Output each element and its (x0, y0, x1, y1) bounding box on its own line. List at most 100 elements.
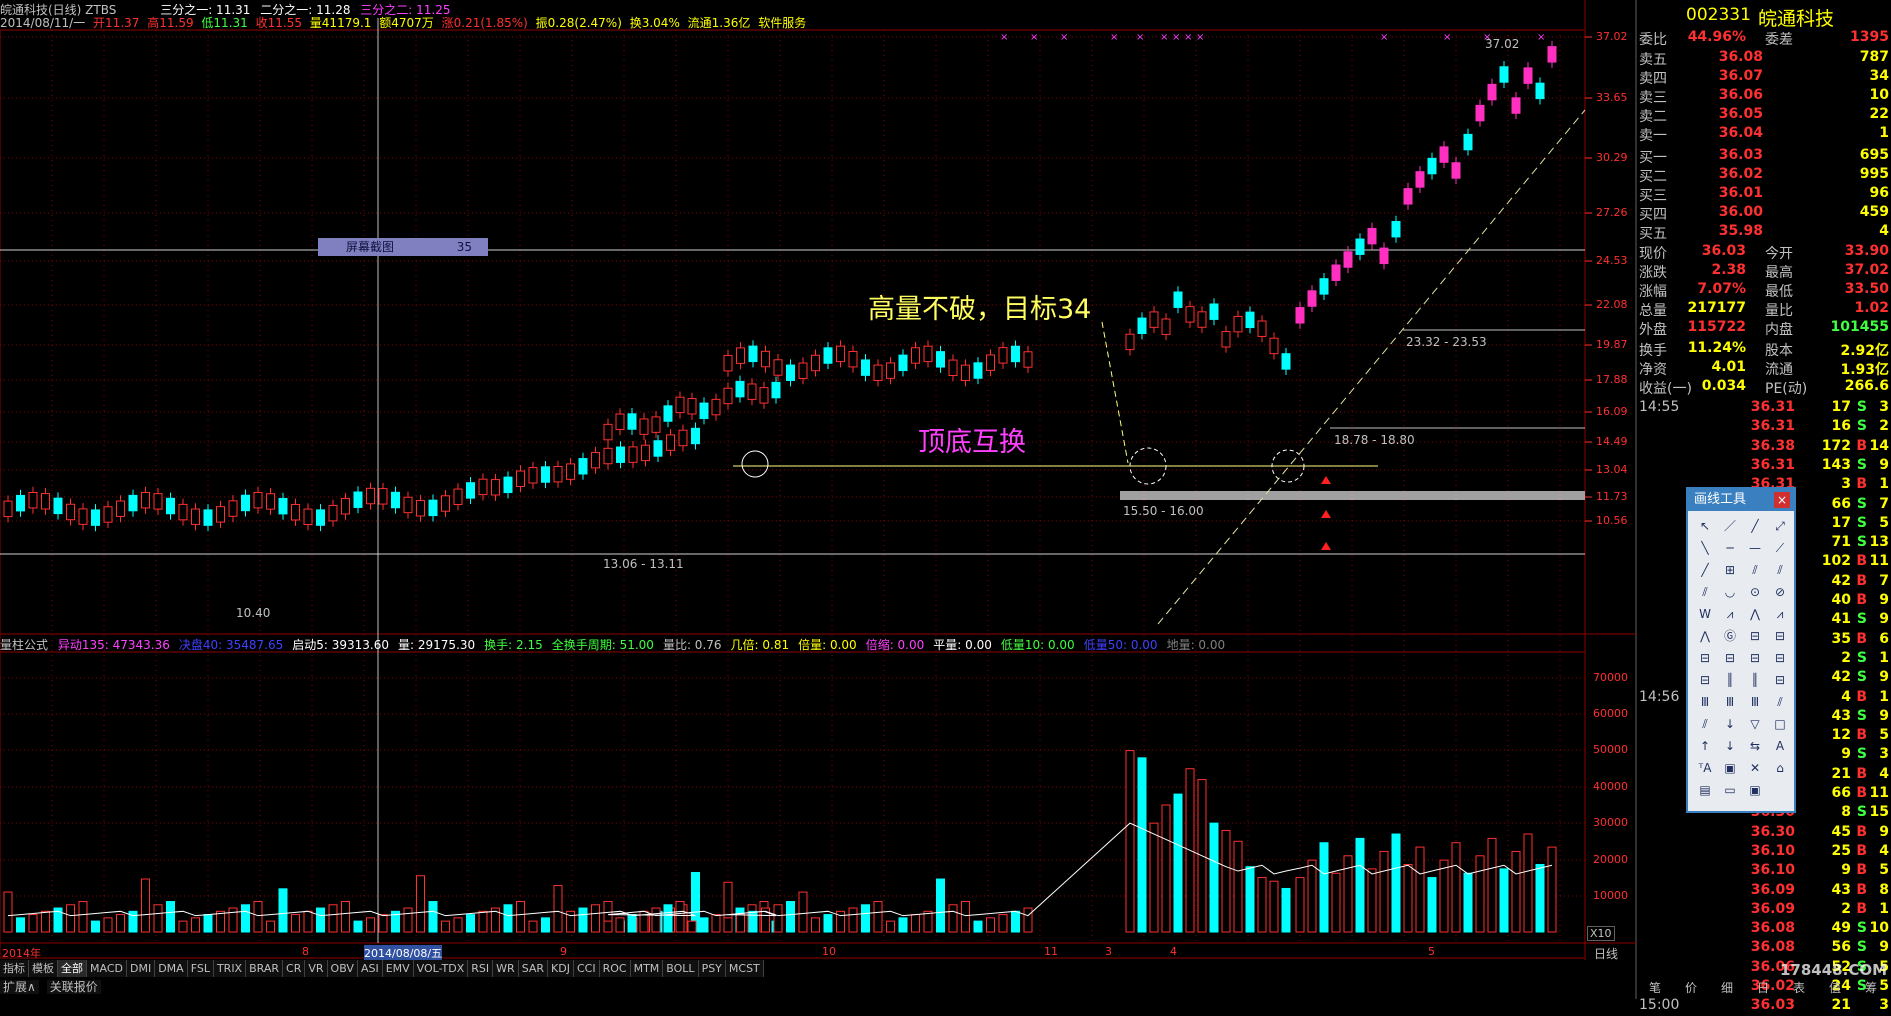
draw-tool-icon[interactable]: ↑ (1694, 737, 1716, 756)
draw-tool-icon[interactable]: ⊘ (1769, 583, 1791, 602)
draw-tool-icon[interactable]: ⩘ (1769, 605, 1791, 624)
indicator-tab[interactable]: 全部 (58, 960, 87, 977)
draw-tool-icon[interactable]: ⊟ (1769, 671, 1791, 690)
draw-tool-icon[interactable]: ⊟ (1694, 649, 1716, 668)
draw-tool-icon[interactable]: ▣ (1719, 759, 1741, 778)
draw-tool-icon[interactable]: W (1694, 605, 1716, 624)
indicator-tab[interactable]: MCST (725, 960, 764, 977)
tick-tab[interactable]: 日 (1745, 978, 1781, 998)
indicator-tab[interactable]: BOLL (663, 960, 699, 977)
draw-tool-icon[interactable]: ⊙ (1744, 583, 1766, 602)
draw-tool-header[interactable]: 画线工具 × (1688, 489, 1794, 511)
draw-tool-icon[interactable]: ⊟ (1744, 649, 1766, 668)
draw-tool-palette[interactable]: 画线工具 × ↖ ／ ╱ ⤢ ╲ ─ — ⟋ ╱ ⊞ ⫽ ⫽ ⫽ ◡ ⊙ ⊘ W ⩘ ⋀ ⩘ ⋀ Ⓖ ⊟ ⊟ ⊟ ⊟ ⊟ ⊟ ⊟ ║ ║ ⊟ Ⅲ… (1686, 487, 1796, 813)
draw-tool-icon[interactable]: ⋀ (1694, 627, 1716, 646)
draw-tool-icon[interactable]: ⟋ (1769, 539, 1791, 558)
volume-bar (216, 910, 225, 933)
draw-tool-icon[interactable]: A (1769, 737, 1791, 756)
indicator-tab[interactable]: KDJ (548, 960, 574, 977)
candle-body (1331, 264, 1341, 281)
draw-tool-icon[interactable]: ⊟ (1719, 649, 1741, 668)
period-label[interactable]: 日线 (1594, 945, 1618, 962)
draw-tool-icon[interactable]: ▽ (1744, 715, 1766, 734)
draw-tool-icon[interactable]: □ (1769, 715, 1791, 734)
draw-tool-icon[interactable]: ⊟ (1744, 627, 1766, 646)
tick-tab[interactable]: 细 (1709, 978, 1745, 998)
draw-tool-icon[interactable]: — (1744, 539, 1766, 558)
draw-tool-icon[interactable]: ◡ (1719, 583, 1741, 602)
price-axis-tick: 11.73 (1596, 490, 1628, 503)
indicator-tab[interactable]: OBV (327, 960, 358, 977)
draw-tool-icon[interactable]: ▣ (1744, 781, 1766, 800)
tick-count: 11 (1869, 553, 1889, 570)
draw-tool-icon[interactable]: ⫽ (1694, 715, 1716, 734)
indicator-tab[interactable]: TRIX (213, 960, 247, 977)
draw-tool-icon[interactable]: ▭ (1719, 781, 1741, 800)
indicator-tab[interactable]: ROC (599, 960, 631, 977)
draw-tool-icon[interactable]: ⫽ (1694, 583, 1716, 602)
indicator-tab[interactable]: BRAR (246, 960, 284, 977)
indicator-tab[interactable]: CCI (573, 960, 600, 977)
draw-tool-icon[interactable]: ／ (1719, 517, 1741, 536)
indicator-tab[interactable]: EMV (382, 960, 414, 977)
indicator-tab[interactable]: DMI (126, 960, 156, 977)
draw-tool-icon[interactable]: ⤢ (1769, 517, 1791, 536)
draw-tool-icon[interactable]: Ⓖ (1719, 627, 1741, 646)
indicator-tab[interactable]: VOL-TDX (413, 960, 469, 977)
indicator-value: 地量: 0.00 (1166, 638, 1226, 652)
draw-tool-icon[interactable]: ⇆ (1744, 737, 1766, 756)
indicator-value: 几倍: 0.81 (730, 638, 790, 652)
screenshot-tag[interactable]: 屏幕截图 35 (318, 238, 488, 256)
indicator-tab[interactable]: VR (305, 960, 328, 977)
indicator-tab[interactable]: SAR (518, 960, 549, 977)
draw-tool-icon[interactable]: ⫽ (1769, 693, 1791, 712)
draw-tool-icon[interactable]: ⫽ (1744, 561, 1766, 580)
draw-tool-icon[interactable]: ╱ (1694, 561, 1716, 580)
draw-tool-icon[interactable]: ↓ (1719, 737, 1741, 756)
draw-tool-icon[interactable]: Ⅲ (1694, 693, 1716, 712)
draw-tool-icon[interactable]: ▤ (1694, 781, 1716, 800)
draw-tool-icon[interactable]: ⫽ (1769, 561, 1791, 580)
indicator-tab[interactable]: 指标 (0, 960, 29, 977)
indicator-tab[interactable]: DMA (155, 960, 188, 977)
volume-bar (1137, 757, 1147, 933)
indicator-tab[interactable]: 模板 (29, 960, 58, 977)
draw-tool-icon[interactable]: ⊟ (1769, 649, 1791, 668)
indicator-tab[interactable]: MTM (630, 960, 664, 977)
tick-tab[interactable]: 价 (1673, 978, 1709, 998)
draw-tool-icon[interactable]: ↖ (1694, 517, 1716, 536)
tick-tab[interactable]: 笔 (1637, 978, 1673, 998)
draw-tool-icon[interactable]: ↓ (1719, 715, 1741, 734)
indicator-tab[interactable]: PSY (698, 960, 726, 977)
draw-tool-icon[interactable]: ⩘ (1719, 605, 1741, 624)
draw-tool-icon[interactable]: Ⅲ (1719, 693, 1741, 712)
indicator-tab[interactable]: CR (283, 960, 306, 977)
close-icon[interactable]: × (1774, 492, 1790, 508)
draw-tool-icon[interactable]: Ⅲ (1744, 693, 1766, 712)
draw-tool-icon[interactable]: ⊟ (1694, 671, 1716, 690)
draw-tool-icon[interactable]: ⌂ (1769, 759, 1791, 778)
indicator-tab[interactable]: WR (493, 960, 519, 977)
candle-body (528, 467, 538, 484)
draw-tool-icon[interactable]: ⊟ (1769, 627, 1791, 646)
draw-tool-icon[interactable]: ⋀ (1744, 605, 1766, 624)
bottom-tab[interactable]: 扩展∧ (0, 980, 39, 994)
indicator-tab[interactable]: MACD (87, 960, 127, 977)
indicator-formula[interactable]: 量柱公式 (0, 638, 48, 652)
indicator-tab[interactable]: FSL (187, 960, 214, 977)
draw-tool-icon[interactable]: ─ (1719, 539, 1741, 558)
candle-body (948, 359, 958, 377)
draw-tool-icon[interactable]: ╲ (1694, 539, 1716, 558)
draw-tool-icon[interactable]: ⊞ (1719, 561, 1741, 580)
draw-tool-icon[interactable]: ╱ (1744, 517, 1766, 536)
indicator-tab[interactable]: ASI (357, 960, 383, 977)
draw-tool-icon[interactable]: ᵀA (1694, 759, 1716, 778)
draw-tool-icon[interactable]: ║ (1719, 671, 1741, 690)
tick-tab[interactable]: 表 (1781, 978, 1817, 998)
indicator-tab[interactable]: RSI (468, 960, 494, 977)
tick-tab[interactable]: 筹 (1853, 978, 1889, 998)
draw-tool-icon[interactable]: ║ (1744, 671, 1766, 690)
draw-tool-icon[interactable]: ✕ (1744, 759, 1766, 778)
tick-tab[interactable]: 值 (1817, 978, 1853, 998)
bottom-tab[interactable]: 关联报价 (46, 980, 101, 994)
